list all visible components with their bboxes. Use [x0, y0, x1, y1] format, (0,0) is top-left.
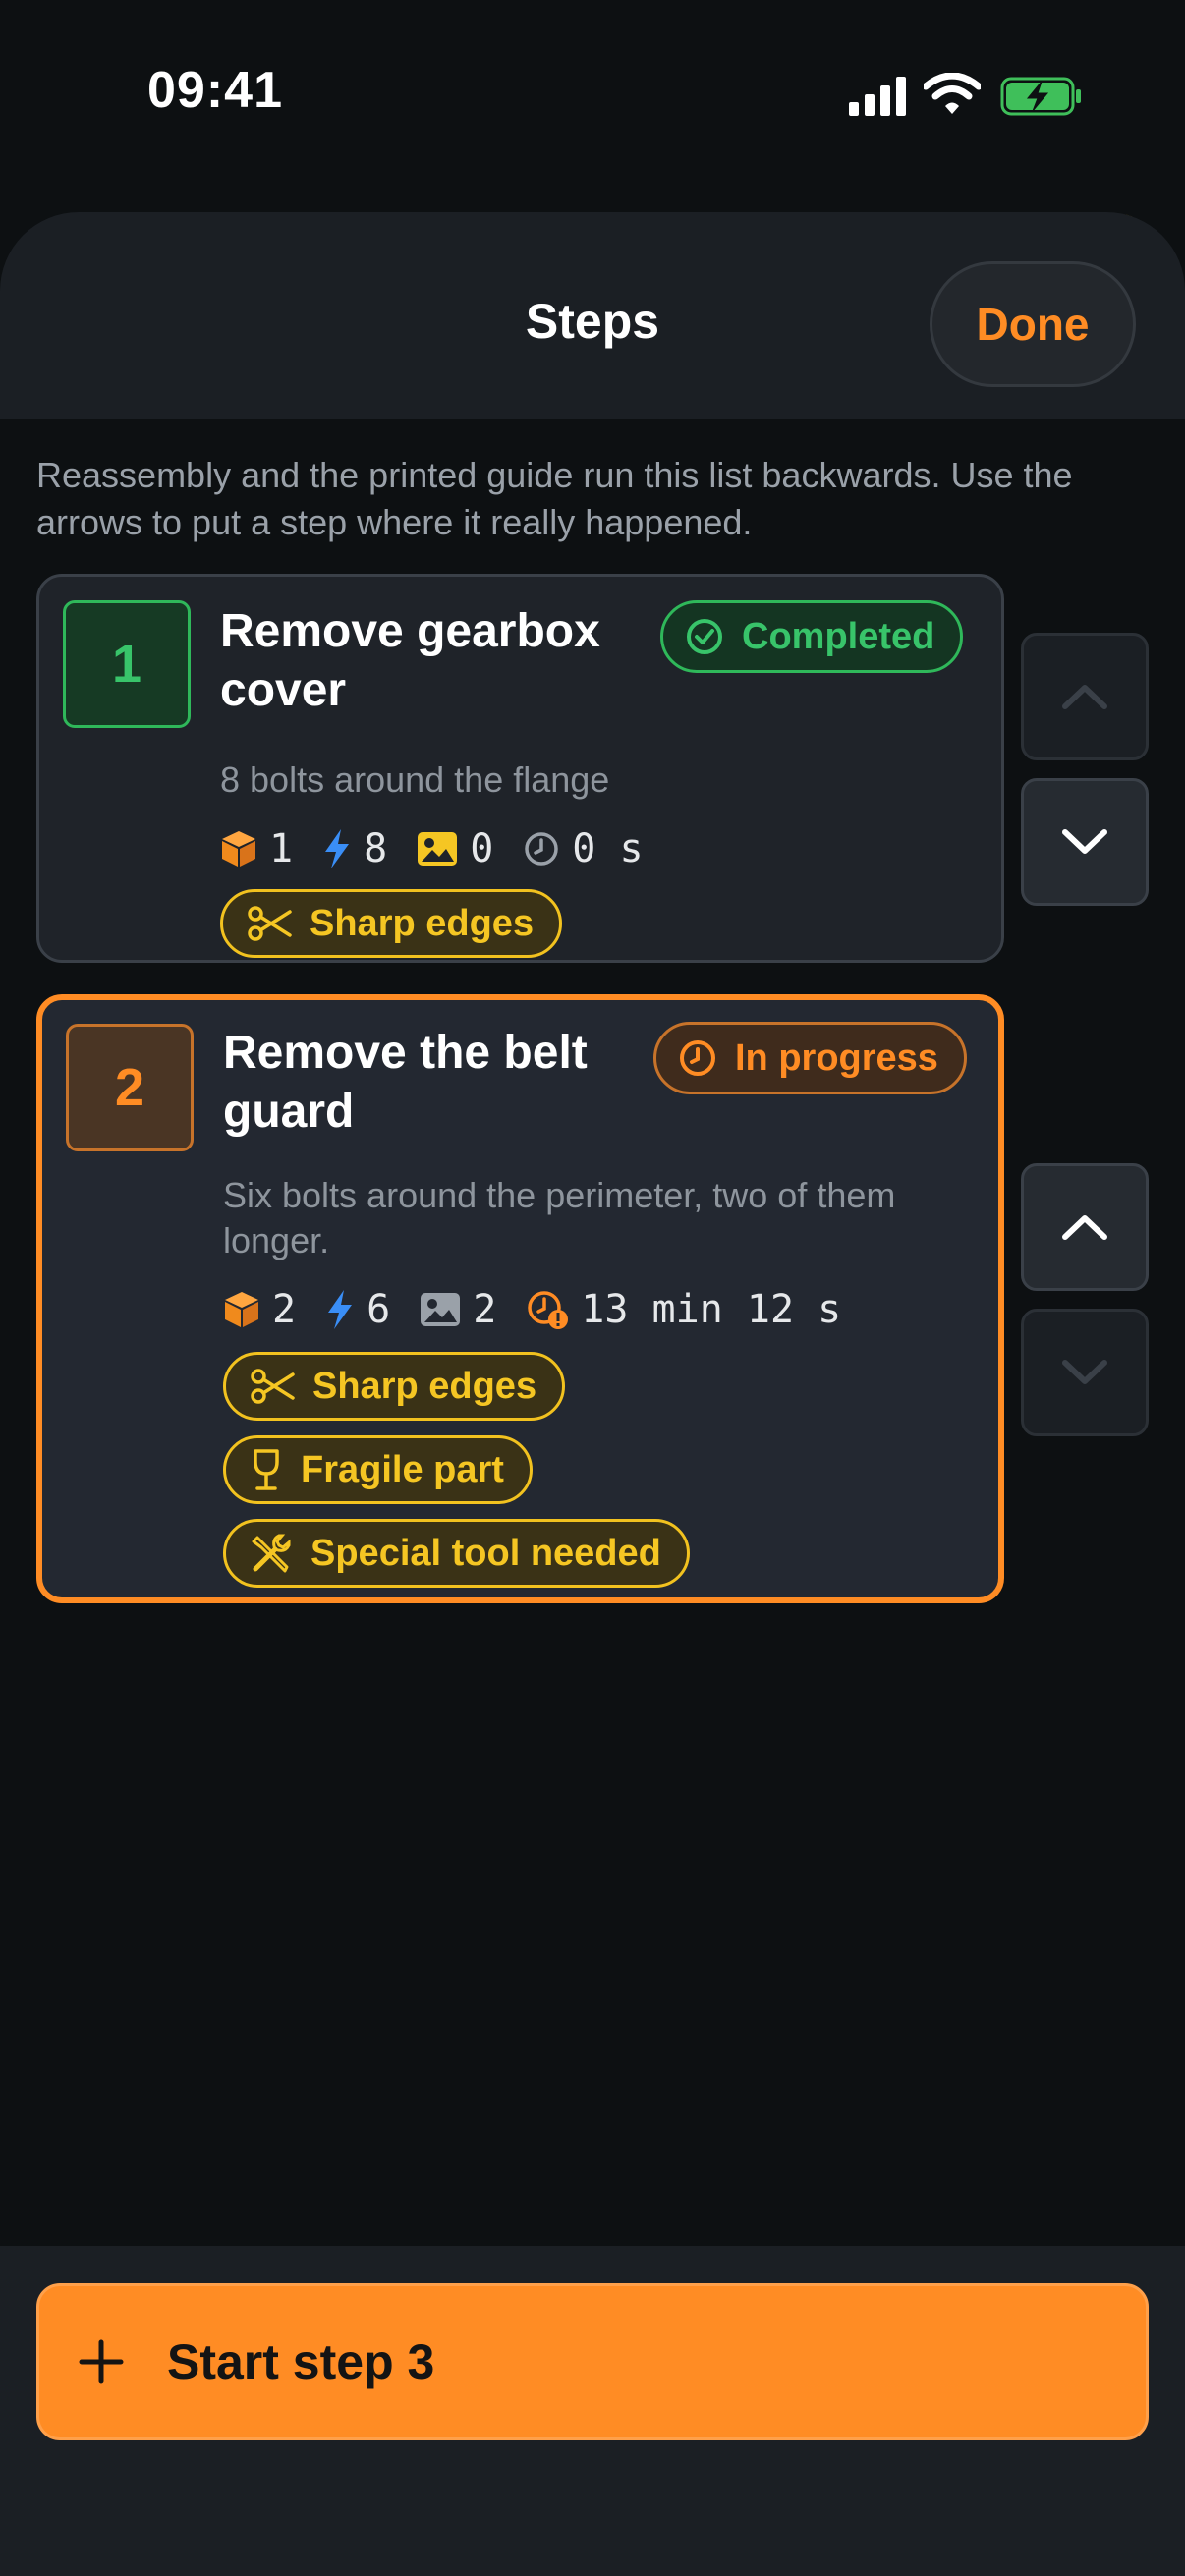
tag-fragile-part: Fragile part — [223, 1435, 533, 1504]
start-step-label: Start step 3 — [167, 2334, 435, 2389]
parts-count: 1 — [269, 826, 294, 871]
step-description-1: 8 bolts around the flange — [220, 759, 610, 800]
step-number-1: 1 — [63, 600, 191, 728]
step-description-2: Six bolts around the perimeter, two of t… — [223, 1175, 896, 1260]
photo-icon — [418, 832, 458, 866]
move-up-button-1[interactable] — [1021, 633, 1149, 760]
status-badge-in-progress: In progress — [653, 1022, 967, 1094]
steps-sheet: Steps Done Reassembly and the printed gu… — [0, 212, 1185, 2576]
step-title-2: Remove the belt guard — [223, 1027, 588, 1138]
status-badge-label: In progress — [735, 1036, 938, 1079]
scissors-icon — [248, 906, 292, 941]
step-number-2: 2 — [66, 1024, 194, 1151]
status-bar: 09:41 — [0, 0, 1185, 187]
parts-stat: 2 — [223, 1287, 296, 1332]
status-badge-label: Completed — [742, 615, 935, 657]
clock-icon — [680, 1040, 715, 1076]
scissors-icon — [251, 1369, 295, 1404]
move-up-button-2[interactable] — [1021, 1163, 1149, 1291]
photos-stat: 0 — [417, 826, 493, 871]
step-stats-1: 1 8 0 0 s — [220, 824, 673, 873]
chevron-up-icon — [1062, 1215, 1107, 1240]
lightning-icon — [328, 1290, 353, 1329]
photos-stat: 2 — [420, 1287, 496, 1332]
photos-count: 0 — [470, 826, 494, 871]
wine-glass-icon — [254, 1449, 279, 1490]
duration-value: 13 min 12 s — [581, 1287, 842, 1332]
tools-icon — [252, 1534, 291, 1573]
move-down-button-1[interactable] — [1021, 778, 1149, 906]
duration-stat: 0 s — [523, 826, 644, 871]
battery-charging-icon — [1000, 77, 1081, 116]
clock-icon — [525, 832, 559, 866]
move-down-button-2[interactable] — [1021, 1309, 1149, 1436]
chevron-down-icon — [1062, 1360, 1107, 1384]
step-stats-2: 2 6 2 13 min 12 s — [223, 1285, 871, 1334]
intro-text: Reassembly and the printed guide run thi… — [36, 455, 1073, 542]
parts-count: 2 — [272, 1287, 297, 1332]
lightning-icon — [325, 829, 350, 868]
start-step-button[interactable]: Start step 3 — [36, 2283, 1149, 2440]
bolts-count: 6 — [367, 1287, 391, 1332]
chevron-down-icon — [1062, 829, 1107, 854]
status-time: 09:41 — [147, 62, 283, 119]
tag-label: Sharp edges — [312, 1365, 537, 1407]
tag-sharp-edges: Sharp edges — [220, 889, 563, 958]
sheet-header: Steps Done — [0, 212, 1185, 419]
step-title-1: Remove gearbox cover — [220, 605, 600, 716]
duration-stat: 13 min 12 s — [526, 1287, 841, 1332]
photo-icon — [421, 1293, 461, 1326]
duration-value: 0 s — [572, 826, 644, 871]
tag-sharp-edges: Sharp edges — [223, 1352, 566, 1421]
plus-icon — [79, 2339, 124, 2384]
screen: 09:41 Steps Done Reassembly and the prin… — [0, 0, 1185, 2576]
bolts-count: 8 — [364, 826, 388, 871]
clock-alert-icon — [528, 1291, 569, 1329]
step-card-2[interactable]: 2 Remove the belt guard In progress Six … — [36, 994, 1004, 1603]
status-badge-completed: Completed — [660, 600, 964, 673]
step-card-1[interactable]: 1 Remove gearbox cover Completed 8 bolts… — [36, 574, 1004, 963]
cellular-signal-icon — [849, 77, 906, 116]
check-circle-icon — [687, 619, 722, 654]
photos-count: 2 — [473, 1287, 497, 1332]
wifi-icon — [924, 73, 981, 114]
tag-label: Fragile part — [301, 1448, 504, 1490]
box-icon — [222, 831, 255, 867]
box-icon — [225, 1292, 258, 1327]
done-button[interactable]: Done — [930, 261, 1136, 387]
tag-label: Sharp edges — [310, 902, 535, 944]
tag-label: Special tool needed — [310, 1532, 661, 1574]
parts-stat: 1 — [220, 826, 293, 871]
bolts-stat: 6 — [325, 1287, 390, 1332]
tag-special-tool-needed: Special tool needed — [223, 1519, 690, 1588]
bolts-stat: 8 — [322, 826, 387, 871]
chevron-up-icon — [1062, 685, 1107, 709]
